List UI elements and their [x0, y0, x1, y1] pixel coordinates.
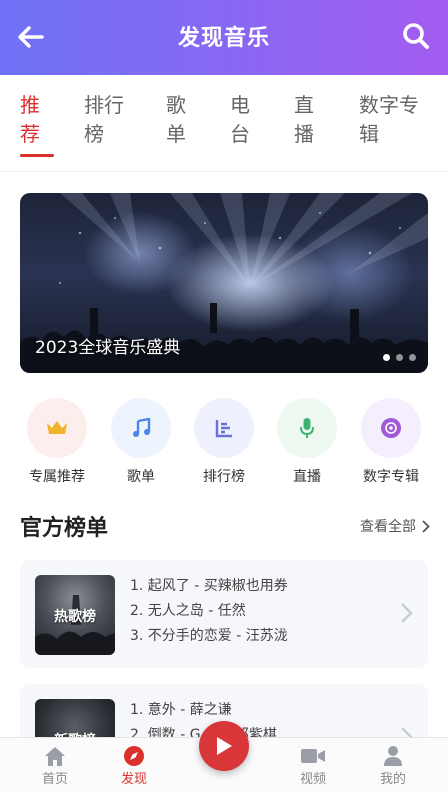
- quick-entry-icon-bg: [361, 398, 421, 458]
- crown-icon: [47, 421, 67, 434]
- carousel-dot[interactable]: [396, 354, 403, 361]
- see-all-label: 查看全部: [360, 519, 416, 535]
- chart-cover-label: 热歌榜: [54, 609, 96, 625]
- compass-icon: [124, 746, 144, 766]
- quick-entry-digital-album[interactable]: 数字专辑: [349, 398, 433, 486]
- quick-entry-icon-bg: [277, 398, 337, 458]
- chart-song-item[interactable]: 1. 起风了 - 买辣椒也用券: [130, 574, 288, 599]
- carousel-dot[interactable]: [383, 354, 390, 361]
- nav-home[interactable]: 首页: [25, 744, 85, 787]
- nav-label: 我的: [379, 772, 406, 787]
- chevron-right-icon: [401, 603, 413, 623]
- quick-entry-label: 数字专辑: [363, 469, 419, 485]
- nav-label: 视频: [299, 772, 326, 787]
- chevron-right-icon: [422, 519, 430, 533]
- category-tabs: 推荐 排行榜 歌单 电台 直播 数字专辑: [0, 75, 448, 172]
- search-icon[interactable]: [402, 22, 430, 50]
- chart-cover: 热歌榜: [35, 575, 115, 655]
- quick-entry-ranking[interactable]: 排行榜: [182, 398, 266, 486]
- tab-live[interactable]: 直播: [294, 91, 318, 149]
- chart-song-item[interactable]: 2. 无人之岛 - 任然: [130, 599, 288, 624]
- quick-entry-icon-bg: [194, 398, 254, 458]
- chart-card-hot[interactable]: 热歌榜 1. 起风了 - 买辣椒也用券 2. 无人之岛 - 任然 3. 不分手的…: [20, 560, 428, 668]
- play-icon: [217, 737, 232, 755]
- see-all-link[interactable]: 查看全部: [360, 516, 430, 536]
- nav-discover[interactable]: 发现: [104, 744, 164, 787]
- banner-carousel[interactable]: 2023全球音乐盛典: [20, 193, 428, 373]
- play-button[interactable]: [199, 721, 249, 771]
- video-icon: [301, 749, 325, 763]
- quick-entry-icon-bg: [27, 398, 87, 458]
- carousel-dot[interactable]: [409, 354, 416, 361]
- active-tab-indicator: [20, 154, 54, 157]
- music-note-icon: [133, 418, 151, 437]
- quick-entry-label: 直播: [293, 469, 321, 485]
- microphone-icon: [300, 418, 314, 438]
- quick-entry-exclusive[interactable]: 专属推荐: [15, 398, 99, 486]
- banner-caption: 2023全球音乐盛典: [35, 338, 181, 358]
- quick-entry-label: 歌单: [127, 469, 155, 485]
- quick-entry-live[interactable]: 直播: [265, 398, 349, 486]
- user-icon: [384, 746, 402, 766]
- quick-entries: 专属推荐 歌单 排行榜 直播 数字专辑: [0, 398, 448, 488]
- quick-entry-label: 专属推荐: [29, 469, 85, 485]
- nav-video[interactable]: 视频: [283, 744, 343, 787]
- chart-song-item[interactable]: 1. 意外 - 薛之谦: [130, 698, 277, 723]
- app-header: 发现音乐: [0, 0, 448, 75]
- tab-ranking[interactable]: 排行榜: [84, 91, 128, 149]
- chart-song-list: 1. 起风了 - 买辣椒也用券 2. 无人之岛 - 任然 3. 不分手的恋爱 -…: [130, 574, 288, 649]
- tab-digital-album[interactable]: 数字专辑: [359, 91, 423, 149]
- ranking-icon: [215, 420, 232, 438]
- home-icon: [45, 747, 65, 766]
- tab-recommend[interactable]: 推荐: [20, 91, 44, 149]
- nav-label: 首页: [41, 772, 68, 787]
- section-title: 官方榜单: [20, 516, 109, 541]
- page-title: 发现音乐: [177, 26, 270, 51]
- tab-radio[interactable]: 电台: [230, 91, 254, 149]
- quick-entry-icon-bg: [111, 398, 171, 458]
- disc-icon: [381, 418, 401, 438]
- chart-song-item[interactable]: 3. 不分手的恋爱 - 汪苏泷: [130, 624, 288, 649]
- tab-playlist[interactable]: 歌单: [166, 91, 190, 149]
- nav-label: 发现: [120, 772, 147, 787]
- carousel-indicators: [383, 354, 416, 361]
- nav-me[interactable]: 我的: [363, 744, 423, 787]
- quick-entry-label: 排行榜: [203, 469, 245, 485]
- quick-entry-playlist[interactable]: 歌单: [99, 398, 183, 486]
